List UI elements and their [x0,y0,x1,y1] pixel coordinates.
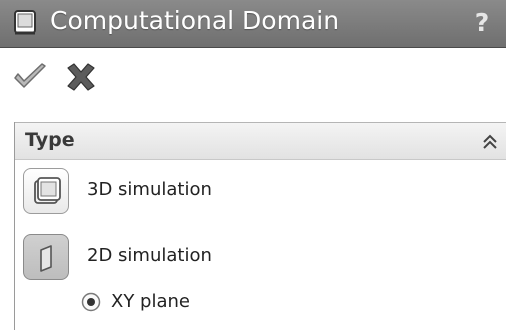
3d-simulation-button[interactable] [23,168,69,214]
x-icon[interactable] [64,62,98,92]
title-bar: Computational Domain ? [0,0,506,48]
panel-icon [14,10,36,35]
plane-icon [40,245,52,272]
cube-icon [34,177,61,204]
option-label: 2D simulation [87,245,212,266]
action-bar [0,48,506,104]
2d-simulation-button[interactable] [23,234,69,280]
computational-domain-panel: Computational Domain ? Type 3D simulatio… [0,0,506,330]
option-3d-simulation[interactable]: 3D simulation [23,168,353,214]
double-chevron-up-icon[interactable] [479,131,501,153]
option-label: 3D simulation [87,179,212,200]
type-group-header[interactable]: Type [15,122,506,160]
option-2d-simulation[interactable]: 2D simulation [23,234,353,280]
radio-button[interactable] [81,292,101,312]
type-group-title: Type [25,129,75,151]
xy-plane-label: XY plane [111,291,190,312]
xy-plane-option[interactable]: XY plane [81,288,341,318]
type-group: Type 3D simulation 2D simulation XY plan… [14,122,506,330]
checkmark-icon[interactable] [12,62,48,92]
panel-title: Computational Domain [50,6,340,35]
help-button[interactable]: ? [468,7,496,39]
